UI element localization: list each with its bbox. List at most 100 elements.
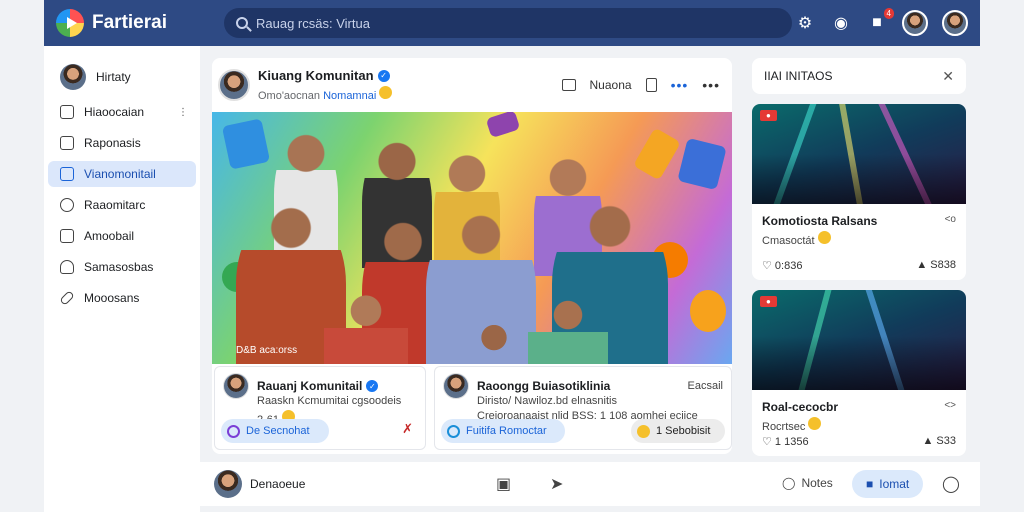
sidebar-item-2[interactable]: Vianomonitail [48, 161, 196, 187]
post-subtitle: Omo'aocnan Nomamnai [258, 86, 393, 102]
community-icon [447, 424, 460, 438]
live-tag: ● [760, 296, 777, 307]
sub-card[interactable]: Raoongg Buiasotiklinia Eacsail Diristo/ … [434, 366, 732, 450]
share-button[interactable]: Nuaona [590, 78, 632, 92]
post-author: Kiuang Komunitan ✓ Omo'aocnan Nomamnai [258, 68, 393, 102]
more-options-icon[interactable]: ••• [671, 77, 689, 93]
sub-card-pill-secondary[interactable]: 1 Sebobisit [631, 419, 725, 443]
notes-label: Notes [801, 476, 833, 490]
menu-icon[interactable]: ••• [702, 77, 720, 93]
send-icon[interactable]: ➤ [550, 474, 563, 494]
sub-card-avatar[interactable] [443, 373, 469, 399]
event-subtitle: Rocrtsec [752, 414, 966, 433]
event-card[interactable]: ● Roal-cecocbr <> Rocrtsec ♡ 1 1356 ▲ S3… [752, 290, 966, 456]
photo-icon[interactable]: ▣ [496, 474, 511, 494]
event-title-text: Komotiosta Ralsans [762, 214, 878, 228]
post-sub-cards: Rauanj Komunitail ✓ Raaskn Kcmumitai cgs… [212, 364, 732, 454]
chat-icon[interactable]: ◯ [942, 474, 960, 494]
post-author-avatar[interactable] [218, 69, 250, 101]
event-left-stat[interactable]: ♡ 1 1356 [762, 435, 809, 448]
event-left-stat-value: 0:836 [774, 260, 803, 272]
person-figure [324, 290, 408, 364]
pencil-shape [633, 127, 681, 181]
event-subtitle-text: Cmasoctát [762, 235, 815, 247]
sidebar-item-label: Samasosbas [84, 260, 154, 274]
sidebar-item-6[interactable]: Mooosans [48, 285, 196, 311]
sub-card-pill[interactable]: De Secnohat [221, 419, 329, 443]
event-title-right: <o [944, 214, 956, 225]
sidebar-item-0[interactable]: Hiaoocaian ⋮ [48, 99, 196, 125]
sidebar: Hirtaty Hiaoocaian ⋮ Raponasis Vianomoni… [44, 46, 200, 512]
app-logo-icon[interactable] [56, 9, 84, 37]
verified-icon: ✓ [377, 69, 390, 82]
sub-card-avatar[interactable] [223, 373, 249, 399]
sub-card-pill-label: De Secnohat [246, 425, 310, 437]
sidebar-item-label: Mooosans [84, 291, 140, 305]
post-header: Kiuang Komunitan ✓ Omo'aocnan Nomamnai N… [212, 58, 732, 112]
post-hero-image[interactable]: D&B aca:orss [212, 112, 732, 364]
sub-card-pill-label: Fuitifa Romoctar [466, 425, 547, 437]
post-author-text: Kiuang Komunitan [258, 68, 374, 83]
community-icon [227, 424, 240, 438]
sidebar-item-label: Hiaoocaian [84, 105, 145, 119]
sidebar-item-3[interactable]: Raaomitarc [48, 192, 196, 218]
event-left-stat-value: 1 1356 [774, 436, 809, 448]
event-right-stat[interactable]: ▲ S33 [922, 435, 956, 448]
compose-label[interactable]: Denaoeue [250, 477, 305, 491]
event-left-stat[interactable]: ♡ 0:836 [762, 259, 802, 272]
event-subtitle-text: Rocrtsec [762, 421, 806, 433]
sub-card[interactable]: Rauanj Komunitail ✓ Raaskn Kcmumitai cgs… [214, 366, 426, 450]
cloud-icon [60, 260, 74, 274]
react-icon[interactable]: ✗ [402, 421, 413, 437]
sidebar-item-5[interactable]: Samasosbas [48, 254, 196, 280]
event-title[interactable]: Komotiosta Ralsans <o [752, 204, 966, 228]
sub-card-text: Raaskn Kcmumitai cgsoodeis [257, 395, 402, 407]
comment-icon: ◯ [782, 476, 796, 490]
sub-card-pill-secondary-label: 1 Sebobisit [656, 425, 711, 437]
sidebar-item-4[interactable]: Amoobail [48, 223, 196, 249]
bell-icon[interactable]: ⚙ [794, 12, 816, 34]
event-image[interactable]: ● [752, 290, 966, 390]
app-brand[interactable]: Fartierai [92, 12, 212, 34]
share-icon[interactable] [561, 79, 576, 91]
primary-action-button[interactable]: ■ Iomat [852, 470, 924, 498]
sub-card-pill[interactable]: Fuitifa Romoctar [441, 419, 565, 443]
compose-avatar[interactable] [214, 470, 242, 498]
close-icon[interactable]: ✕ [942, 68, 954, 85]
sidebar-profile-name: Hirtaty [96, 70, 131, 84]
profile-avatar[interactable] [942, 10, 968, 36]
more-icon[interactable]: ⋮ [178, 107, 188, 118]
right-panel: IIAI INITAOS ✕ ● Komotiosta Ralsans <o C… [752, 58, 966, 456]
sidebar-profile[interactable]: Hirtaty [48, 60, 196, 94]
sub-card-right-label[interactable]: Eacsail [688, 380, 723, 392]
search-input[interactable] [256, 15, 780, 31]
event-title[interactable]: Roal-cecocbr <> [752, 390, 966, 414]
search-bar[interactable] [224, 8, 792, 38]
messenger-icon[interactable]: ◉ [830, 12, 852, 34]
sidebar-item-1[interactable]: Raponasis [48, 130, 196, 156]
search-icon [236, 17, 248, 29]
notifications-icon[interactable]: ■ 4 [866, 8, 894, 34]
event-title-text: Roal-cecocbr [762, 400, 839, 414]
right-panel-header: IIAI INITAOS ✕ [752, 58, 966, 94]
event-subtitle: Cmasoctát [752, 228, 966, 247]
sub-card-author[interactable]: Rauanj Komunitail ✓ [257, 379, 379, 393]
link-icon [59, 290, 75, 306]
account-avatar[interactable] [902, 10, 928, 36]
post-tag[interactable]: Nomamnai [323, 90, 376, 102]
sidebar-item-label: Raponasis [84, 136, 141, 150]
event-right-stat[interactable]: ▲ S838 [916, 259, 956, 272]
app-icon-shape [221, 118, 271, 170]
event-right-stat-value: S838 [930, 259, 956, 271]
sidebar-item-label: Vianomonitail [84, 167, 156, 181]
event-image[interactable]: ● [752, 104, 966, 204]
notes-button[interactable]: ◯ Notes [782, 476, 833, 490]
post-author-name[interactable]: Kiuang Komunitan ✓ [258, 68, 392, 83]
bookmark-icon[interactable] [645, 78, 657, 92]
emoji-icon [379, 86, 393, 99]
event-right-stat-value: S33 [936, 435, 956, 447]
event-card[interactable]: ● Komotiosta Ralsans <o Cmasoctát ♡ 0:83… [752, 104, 966, 280]
calendar-icon [60, 105, 74, 119]
sub-card-author[interactable]: Raoongg Buiasotiklinia [477, 379, 610, 393]
compose-bar: Denaoeue ▣ ➤ ◯ Notes ■ Iomat ◯ [200, 462, 980, 506]
